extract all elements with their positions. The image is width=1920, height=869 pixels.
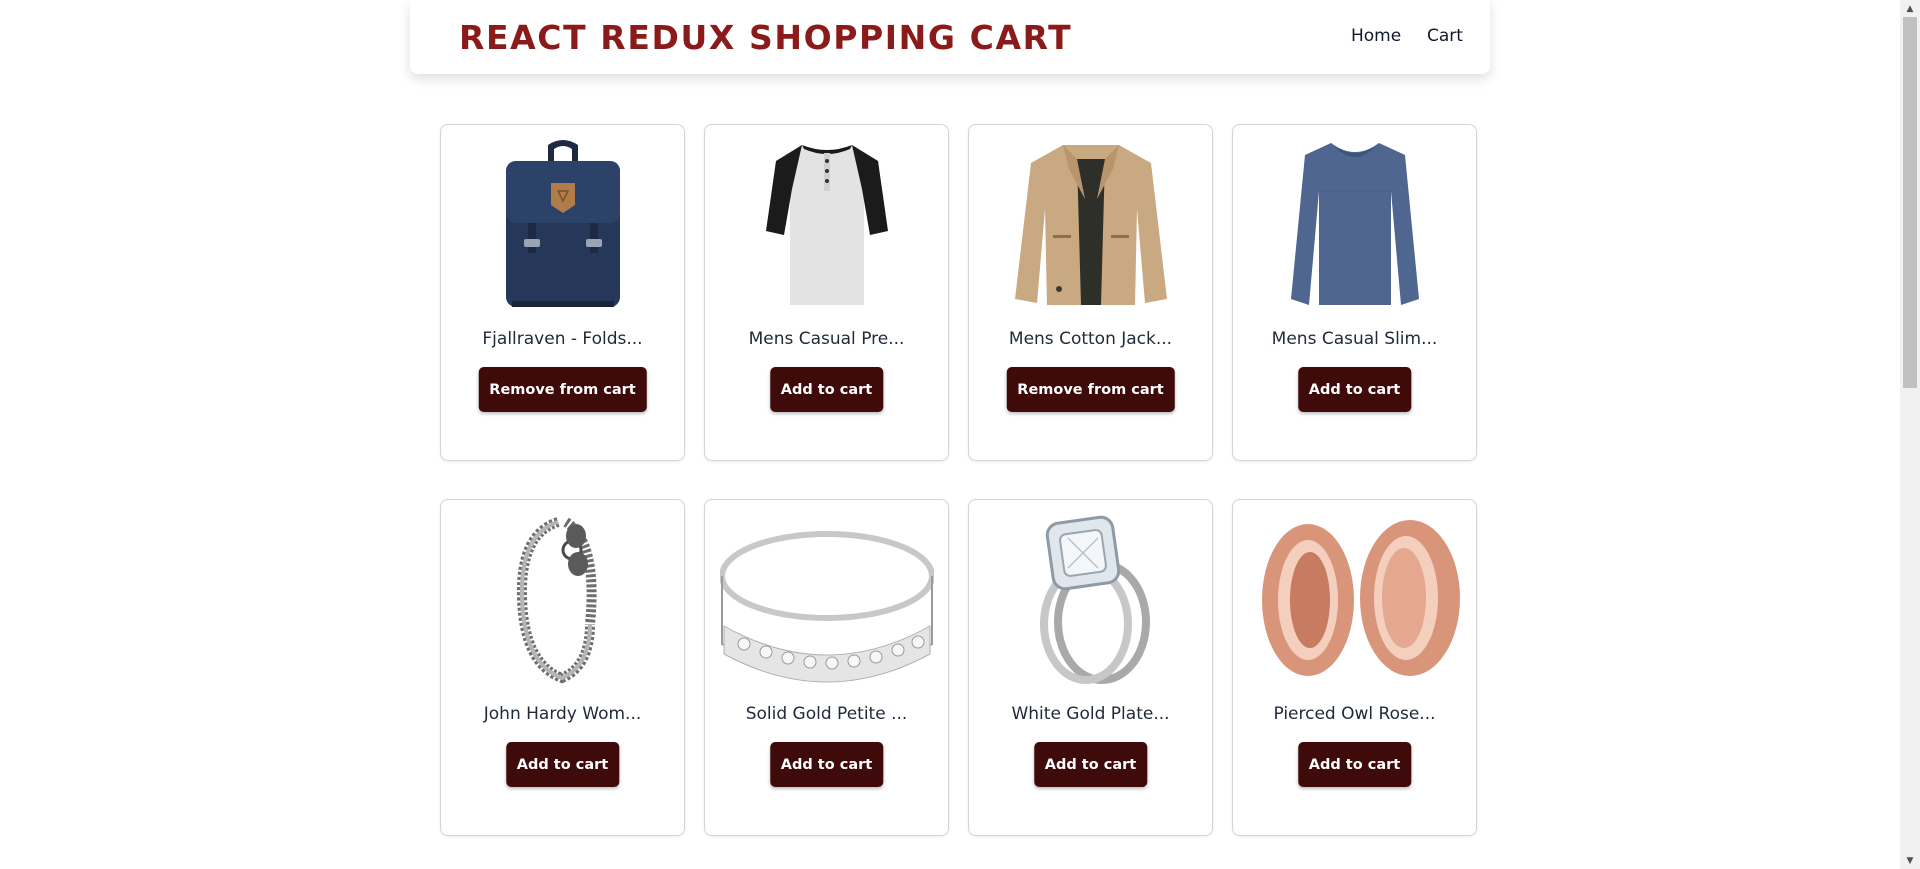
product-title: Pierced Owl Rose... (1273, 704, 1436, 724)
backpack-image (456, 139, 670, 309)
product-title: John Hardy Wom... (483, 704, 642, 724)
product-title: Mens Casual Pre... (748, 329, 905, 349)
add-to-cart-button[interactable]: Add to cart (769, 367, 884, 412)
scroll-down-arrow-icon[interactable]: ▼ (1900, 852, 1920, 869)
product-card: Mens Cotton Jack... Remove from cart (968, 124, 1213, 461)
product-card: Fjallraven - Folds... Remove from cart (440, 124, 685, 461)
princess-ring-image (984, 514, 1198, 684)
product-card: Pierced Owl Rose... Add to cart (1232, 499, 1477, 836)
product-card: Mens Casual Slim... Add to cart (1232, 124, 1477, 461)
nav-home-link[interactable]: Home (1351, 26, 1401, 46)
product-card: Solid Gold Petite ... Add to cart (704, 499, 949, 836)
add-to-cart-button[interactable]: Add to cart (1297, 367, 1412, 412)
vertical-scrollbar[interactable]: ▲ ▼ (1900, 0, 1920, 869)
add-to-cart-button[interactable]: Add to cart (1033, 742, 1148, 787)
add-to-cart-button[interactable]: Add to cart (769, 742, 884, 787)
scrollbar-thumb[interactable] (1903, 17, 1917, 388)
add-to-cart-button[interactable]: Add to cart (505, 742, 620, 787)
brand-title: REACT REDUX SHOPPING CART (459, 18, 1073, 57)
remove-from-cart-button[interactable]: Remove from cart (1006, 367, 1175, 412)
product-card: White Gold Plate... Add to cart (968, 499, 1213, 836)
chain-bracelet-image (456, 514, 670, 684)
add-to-cart-button[interactable]: Add to cart (1297, 742, 1412, 787)
gold-micropave-bangle-image (720, 514, 934, 684)
remove-from-cart-button[interactable]: Remove from cart (478, 367, 647, 412)
product-title: Fjallraven - Folds... (482, 329, 643, 349)
henley-shirt-image (720, 139, 934, 309)
cotton-jacket-image (984, 139, 1198, 309)
product-card: John Hardy Wom... Add to cart (440, 499, 685, 836)
product-title: Mens Casual Slim... (1271, 329, 1438, 349)
product-title: White Gold Plate... (1011, 704, 1170, 724)
site-header: REACT REDUX SHOPPING CART Home Cart (410, 0, 1490, 74)
scroll-up-arrow-icon[interactable]: ▲ (1900, 0, 1920, 17)
rose-gold-plugs-image (1248, 514, 1462, 684)
product-title: Solid Gold Petite ... (745, 704, 908, 724)
slim-fit-shirt-image (1248, 139, 1462, 309)
product-card: Mens Casual Pre... Add to cart (704, 124, 949, 461)
product-title: Mens Cotton Jack... (1008, 329, 1173, 349)
nav-cart-link[interactable]: Cart (1427, 26, 1463, 46)
